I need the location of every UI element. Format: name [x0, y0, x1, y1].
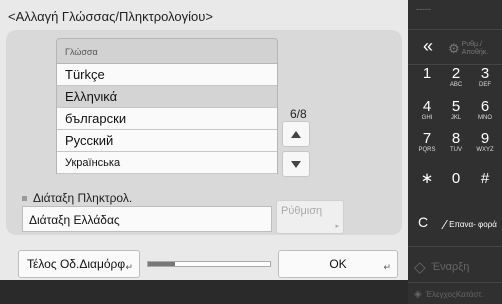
panel-status-area: ----- — [408, 0, 502, 30]
divider — [408, 246, 502, 247]
key-digit: 1 — [422, 65, 432, 82]
key-digit: # — [480, 170, 490, 187]
status-monitor-button[interactable]: ◈ ΈλεγχοςΚατάστ. — [414, 286, 498, 302]
gear-icon: ⚙ — [448, 41, 460, 56]
key-letters: GHI — [421, 115, 433, 121]
key-letters: ABC — [449, 82, 463, 88]
language-item-ukrainian[interactable]: Українська — [57, 152, 277, 174]
language-item-greek[interactable]: Ελληνικά — [57, 86, 277, 108]
ok-button-label: OK — [329, 257, 347, 271]
key-letters: DEF — [479, 82, 491, 88]
start-label: Έναρξη — [431, 261, 470, 273]
key-5[interactable]: 5 JKL — [441, 99, 471, 127]
key-6[interactable]: 6 MNO — [470, 99, 500, 127]
status-diamond-icon: ◈ — [414, 288, 422, 300]
key-digit: 9 — [480, 130, 490, 147]
reset-label: Επανα- φορά — [449, 219, 497, 229]
start-button[interactable]: ◇ Έναρξη — [414, 254, 498, 280]
arrow-up-icon — [291, 130, 301, 138]
key-digit: 5 — [451, 98, 461, 115]
language-item-turkish[interactable]: Türkçe — [57, 64, 277, 86]
return-icon: ↵ — [383, 262, 391, 272]
key-digit: 4 — [422, 98, 432, 115]
clear-key[interactable]: C — [418, 214, 428, 230]
settings-registration-button[interactable]: ⚙ Ρυθμ./ Αποθήκ. — [448, 36, 502, 62]
keyboard-layout-label: Διάταξη Πληκτρολ. — [33, 191, 133, 205]
key-4[interactable]: 4 GHI — [412, 99, 442, 127]
end-wizard-label: Τέλος Οδ.Διαμόρφ — [27, 257, 126, 271]
page-indicator: 6/8 — [290, 107, 307, 121]
settings-registration-label: Ρυθμ./ Αποθήκ. — [461, 41, 489, 56]
key-letters: TUV — [450, 147, 462, 153]
key-hash[interactable]: # — [470, 171, 500, 199]
start-diamond-icon: ◇ — [414, 259, 426, 276]
arrow-down-icon — [291, 160, 301, 168]
status-footer — [0, 280, 408, 304]
key-1[interactable]: 1 — [412, 66, 442, 94]
key-9[interactable]: 9 WXYZ — [470, 131, 500, 159]
language-keyboard-dialog: <Αλλαγή Γλώσσας/Πληκτρολογίου> Γλώσσα Tü… — [0, 0, 408, 280]
key-letters: JKL — [450, 115, 462, 121]
key-digit: 3 — [480, 65, 490, 82]
language-item-bulgarian[interactable]: български — [57, 108, 277, 130]
language-list: Türkçe Ελληνικά български Русский Україн… — [56, 64, 278, 174]
settings-button[interactable]: Ρύθμιση ▸ — [276, 200, 344, 234]
scroll-up-button[interactable] — [282, 121, 310, 147]
key-digit: 0 — [451, 170, 461, 187]
ok-button[interactable]: OK ↵ — [278, 250, 398, 278]
reset-icon: ⁄ — [444, 216, 447, 232]
key-star[interactable]: ∗ — [412, 171, 442, 199]
key-digit: 8 — [451, 130, 461, 147]
key-digit: 2 — [451, 65, 461, 82]
back-button[interactable]: « — [414, 36, 442, 60]
divider — [408, 282, 502, 283]
key-digit: 6 — [480, 98, 490, 115]
key-7[interactable]: 7 PQRS — [412, 131, 442, 159]
key-letters: MNO — [478, 115, 492, 121]
keyboard-layout-label-row: Διάταξη Πληκτρολ. — [22, 191, 132, 205]
key-0[interactable]: 0 — [441, 171, 471, 199]
language-item-russian[interactable]: Русский — [57, 130, 277, 152]
key-letters: PQRS — [418, 147, 436, 153]
end-wizard-button[interactable]: Τέλος Οδ.Διαμόρφ ↵ — [18, 250, 140, 278]
dialog-title: <Αλλαγή Γλώσσας/Πληκτρολογίου> — [8, 9, 213, 24]
bullet-icon — [22, 195, 27, 201]
settings-button-label: Ρύθμιση — [281, 205, 323, 217]
key-letters: WXYZ — [476, 147, 494, 153]
key-digit: 7 — [422, 130, 432, 147]
key-2[interactable]: 2 ABC — [441, 66, 471, 94]
scroll-down-button[interactable] — [282, 151, 310, 177]
status-monitor-label: ΈλεγχοςΚατάστ. — [425, 289, 484, 299]
status-dashes: ----- — [416, 4, 431, 14]
return-icon: ↵ — [125, 262, 133, 272]
reset-key[interactable]: ⁄ Επανα- φορά — [444, 210, 500, 238]
corner-arrow-icon: ▸ — [335, 223, 339, 230]
progress-fill — [148, 262, 175, 266]
language-list-header: Γλώσσα — [56, 38, 278, 64]
wizard-progress-bar — [147, 261, 271, 267]
keyboard-layout-field: Διάταξη Ελλάδας — [22, 206, 272, 232]
key-8[interactable]: 8 TUV — [441, 131, 471, 159]
key-digit: ∗ — [420, 170, 434, 187]
key-3[interactable]: 3 DEF — [470, 66, 500, 94]
